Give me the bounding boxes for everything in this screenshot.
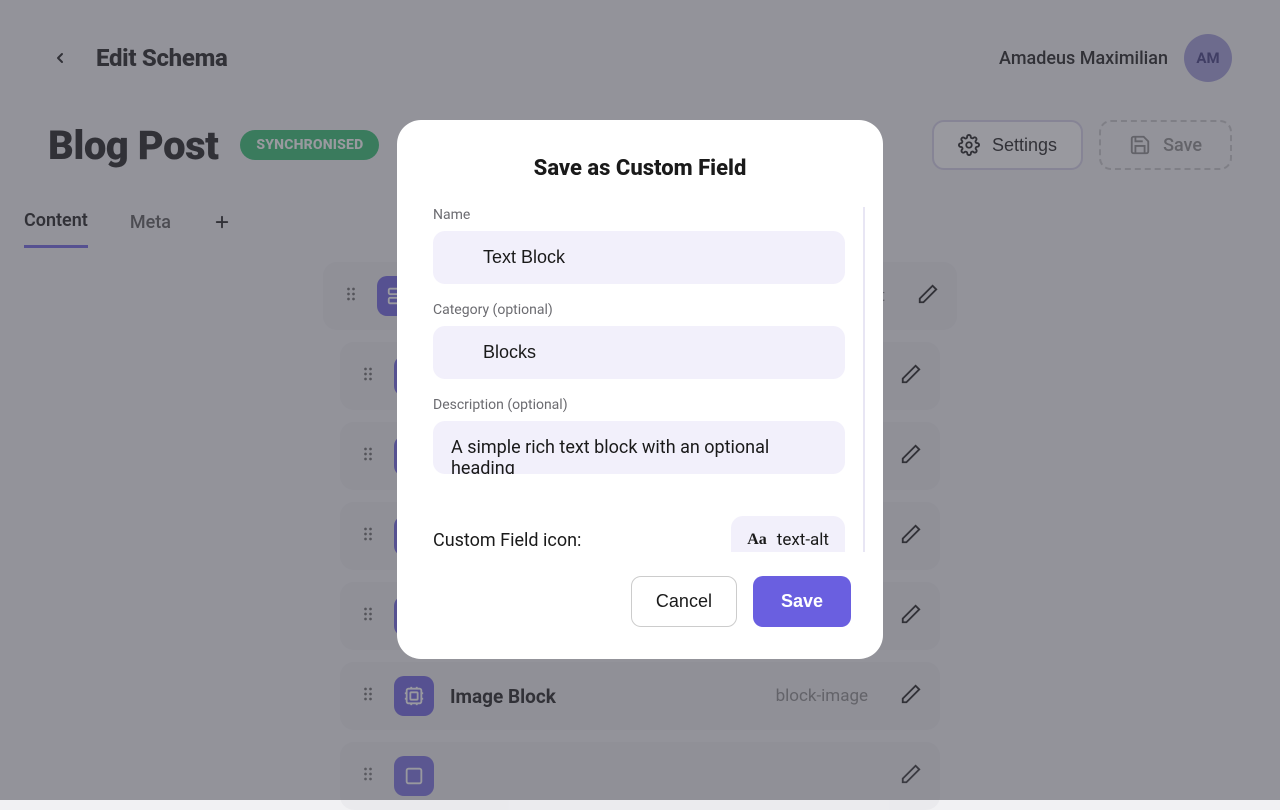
category-input[interactable] [433, 326, 845, 379]
modal-overlay: Save as Custom Field Name Category (opti… [0, 0, 1280, 800]
description-label: Description (optional) [433, 397, 845, 413]
description-input[interactable] [433, 421, 845, 474]
name-label: Name [433, 207, 845, 223]
text-alt-icon: Aa [747, 531, 767, 549]
save-custom-field-modal: Save as Custom Field Name Category (opti… [397, 120, 883, 659]
modal-title: Save as Custom Field [411, 156, 869, 181]
icon-label: Custom Field icon: [433, 530, 581, 551]
save-button[interactable]: Save [753, 576, 851, 627]
icon-picker[interactable]: Aa text-alt [731, 516, 845, 552]
name-input[interactable] [433, 231, 845, 284]
cancel-button[interactable]: Cancel [631, 576, 737, 627]
category-label: Category (optional) [433, 302, 845, 318]
icon-name: text-alt [777, 530, 829, 550]
